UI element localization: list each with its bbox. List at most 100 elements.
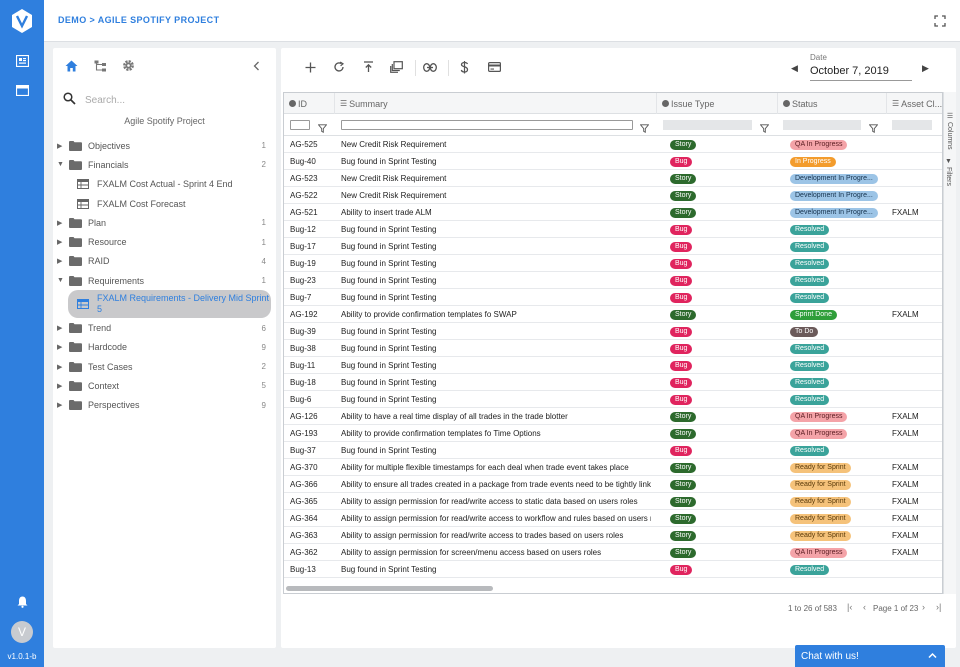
column-header-asset-class[interactable]: ☰ Asset Cl... <box>887 93 942 114</box>
refresh-icon[interactable] <box>332 60 346 74</box>
prev-page-icon[interactable]: ‹ <box>863 602 866 612</box>
status-filter[interactable] <box>783 120 861 130</box>
sidebar-folder-item[interactable]: ▶ Trend 6 <box>53 318 276 337</box>
chevron-right-icon[interactable]: ▶ <box>57 401 63 409</box>
table-row[interactable]: AG-126 Ability to have a real time displa… <box>284 408 942 425</box>
column-header-id[interactable]: ID <box>284 93 335 114</box>
sidebar-folder-item[interactable]: ▶ Plan 1 <box>53 213 276 232</box>
table-row[interactable]: Bug-11 Bug found in Sprint Testing Bug Reso… <box>284 357 942 374</box>
sidebar-report-item[interactable]: FXALM Requirements - Delivery Mid Sprint… <box>68 290 271 319</box>
filter-icon[interactable] <box>759 120 770 133</box>
filter-icon[interactable] <box>639 120 650 133</box>
folder-icon <box>69 400 82 411</box>
horizontal-scrollbar[interactable] <box>286 586 493 591</box>
sidebar-folder-item[interactable]: ▶ Hardcode 9 <box>53 338 276 357</box>
columns-tab[interactable]: ☰ Columns <box>945 112 953 150</box>
table-row[interactable]: Bug-18 Bug found in Sprint Testing Bug Reso… <box>284 374 942 391</box>
sidebar-item-count: 6 <box>261 323 266 333</box>
chevron-down-icon[interactable]: ▼ <box>57 161 64 168</box>
table-row[interactable]: AG-523 New Credit Risk Requirement Story De… <box>284 170 942 187</box>
dashboard-icon[interactable] <box>13 52 31 70</box>
sidebar-report-item[interactable]: FXALM Cost Forecast <box>53 194 276 213</box>
cell-summary: Bug found in Sprint Testing <box>341 157 437 166</box>
first-page-icon[interactable]: |‹ <box>847 602 852 612</box>
table-row[interactable]: AG-366 Ability to ensure all trades creat… <box>284 476 942 493</box>
table-row[interactable]: AG-522 New Credit Risk Requirement Story De… <box>284 187 942 204</box>
chevron-right-icon[interactable]: ▶ <box>57 238 63 246</box>
cell-summary: Bug found in Sprint Testing <box>341 446 437 455</box>
filter-icon[interactable] <box>868 120 879 133</box>
sidebar-folder-item[interactable]: ▶ RAID 4 <box>53 252 276 271</box>
chevron-right-icon[interactable]: ▶ <box>57 324 63 332</box>
home-icon[interactable] <box>65 59 79 73</box>
table-row[interactable]: Bug-19 Bug found in Sprint Testing Bug Reso… <box>284 255 942 272</box>
next-page-icon[interactable]: › <box>922 602 925 612</box>
table-row[interactable]: Bug-12 Bug found in Sprint Testing Bug Reso… <box>284 221 942 238</box>
table-row[interactable]: Bug-37 Bug found in Sprint Testing Bug Reso… <box>284 442 942 459</box>
table-row[interactable]: AG-193 Ability to provide confirmation te… <box>284 425 942 442</box>
table-row[interactable]: Bug-38 Bug found in Sprint Testing Bug Reso… <box>284 340 942 357</box>
search-input[interactable] <box>85 90 265 110</box>
dollar-icon[interactable] <box>457 60 471 74</box>
collapse-sidebar-icon[interactable] <box>251 59 265 73</box>
chevron-right-icon[interactable]: ▶ <box>57 219 63 227</box>
chevron-down-icon[interactable]: ▼ <box>57 277 64 284</box>
sidebar-folder-item[interactable]: ▶ Context 5 <box>53 376 276 395</box>
date-field[interactable]: October 7, 2019 <box>810 65 912 81</box>
table-row[interactable]: Bug-17 Bug found in Sprint Testing Bug Reso… <box>284 238 942 255</box>
filter-icon[interactable] <box>317 120 328 133</box>
chevron-right-icon[interactable]: ▶ <box>57 343 63 351</box>
sidebar-folder-item[interactable]: ▶ Perspectives 9 <box>53 396 276 415</box>
avatar[interactable]: V <box>11 621 33 643</box>
add-icon[interactable] <box>303 60 317 74</box>
sidebar-folder-item[interactable]: ▼ Requirements 1 <box>53 271 276 290</box>
gear-icon[interactable] <box>122 59 136 73</box>
sidebar-folder-item[interactable]: ▶ Resource 1 <box>53 232 276 251</box>
issue-type-filter[interactable] <box>663 120 752 130</box>
chat-widget[interactable]: Chat with us! <box>795 645 945 667</box>
column-header-summary[interactable]: ☰ Summary <box>335 93 657 114</box>
table-row[interactable]: AG-525 New Credit Risk Requirement Story QA… <box>284 136 942 153</box>
table-row[interactable]: AG-365 Ability to assign permission for r… <box>284 493 942 510</box>
last-page-icon[interactable]: ›| <box>936 602 941 612</box>
chevron-right-icon[interactable]: ▶ <box>57 363 63 371</box>
sidebar-folder-item[interactable]: ▶ Objectives 1 <box>53 136 276 155</box>
cell-summary: Ability to provide confirmation template… <box>341 310 517 319</box>
card-icon[interactable] <box>487 60 501 74</box>
table-row[interactable]: AG-370 Ability for multiple flexible time… <box>284 459 942 476</box>
table-row[interactable]: AG-363 Ability to assign permission for r… <box>284 527 942 544</box>
table-row[interactable]: Bug-40 Bug found in Sprint Testing Bug In P… <box>284 153 942 170</box>
app-logo-icon[interactable] <box>11 8 33 34</box>
table-row[interactable]: Bug-39 Bug found in Sprint Testing Bug To D… <box>284 323 942 340</box>
chevron-right-icon[interactable]: ▶ <box>57 257 63 265</box>
table-row[interactable]: Bug-23 Bug found in Sprint Testing Bug Reso… <box>284 272 942 289</box>
bell-icon[interactable] <box>13 593 31 611</box>
column-header-issue-type[interactable]: Issue Type <box>657 93 778 114</box>
copy-icon[interactable] <box>389 60 403 74</box>
date-prev-icon[interactable]: ◀ <box>791 63 798 74</box>
table-row[interactable]: Bug-7 Bug found in Sprint Testing Bug Resol… <box>284 289 942 306</box>
table-row[interactable]: AG-192 Ability to provide confirmation te… <box>284 306 942 323</box>
table-row[interactable]: AG-364 Ability to assign permission for r… <box>284 510 942 527</box>
date-next-icon[interactable]: ▶ <box>922 63 929 74</box>
asset-class-filter[interactable] <box>892 120 932 130</box>
hierarchy-icon[interactable] <box>94 59 108 73</box>
screen-icon[interactable] <box>13 81 31 99</box>
filters-tab[interactable]: ▼ Filters <box>945 158 952 186</box>
chevron-right-icon[interactable]: ▶ <box>57 382 63 390</box>
breadcrumb[interactable]: DEMO > AGILE SPOTIFY PROJECT <box>58 15 219 25</box>
summary-filter-input[interactable] <box>341 120 633 130</box>
sidebar-folder-item[interactable]: ▼ Financials 2 <box>53 155 276 174</box>
table-row[interactable]: AG-521 Ability to insert trade ALM Story De… <box>284 204 942 221</box>
id-filter-input[interactable] <box>290 120 310 130</box>
fullscreen-icon[interactable] <box>934 14 946 27</box>
table-row[interactable]: Bug-6 Bug found in Sprint Testing Bug Resol… <box>284 391 942 408</box>
link-icon[interactable] <box>423 60 437 74</box>
upload-icon[interactable] <box>361 60 375 74</box>
column-header-status[interactable]: Status <box>778 93 887 114</box>
sidebar-folder-item[interactable]: ▶ Test Cases 2 <box>53 357 276 376</box>
table-row[interactable]: AG-362 Ability to assign permission for s… <box>284 544 942 561</box>
sidebar-report-item[interactable]: FXALM Cost Actual - Sprint 4 End <box>53 175 276 194</box>
chevron-right-icon[interactable]: ▶ <box>57 142 63 150</box>
table-row[interactable]: Bug-13 Bug found in Sprint Testing Bug Reso… <box>284 561 942 578</box>
